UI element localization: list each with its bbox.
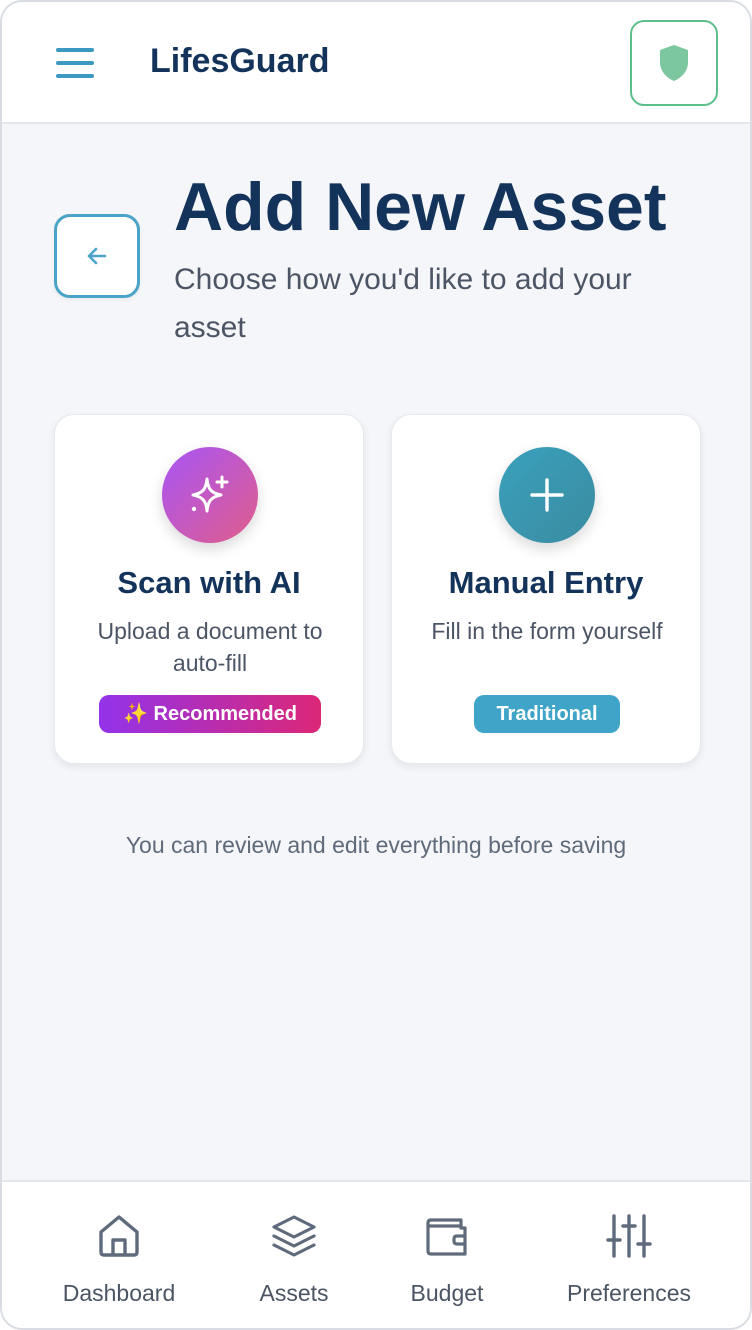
nav-item-preferences[interactable]: Preferences [558, 1212, 700, 1307]
app-title: LifesGuard [150, 42, 330, 80]
plus-icon [530, 478, 564, 512]
bottom-nav: Dashboard Assets Budget Preferences [2, 1180, 750, 1328]
scan-card-description: Upload a document to auto-fill [97, 618, 323, 676]
sparkles-icon-circle [162, 447, 258, 543]
plus-icon-circle [499, 447, 595, 543]
shield-button[interactable] [630, 20, 718, 106]
manual-entry-card[interactable]: Manual Entry Fill in the form yourself T… [391, 414, 701, 764]
back-button[interactable] [54, 214, 140, 298]
layers-icon [272, 1215, 316, 1257]
top-header: LifesGuard [2, 2, 750, 124]
nav-label-budget: Budget [410, 1280, 484, 1306]
page-title: Add New Asset [174, 169, 667, 245]
home-icon [99, 1215, 139, 1257]
traditional-badge: Traditional [474, 695, 620, 733]
scan-card-title: Scan with AI [117, 565, 301, 600]
hamburger-menu-icon[interactable] [56, 48, 96, 80]
nav-item-dashboard[interactable]: Dashboard [56, 1212, 182, 1307]
scan-with-ai-card[interactable]: Scan with AI Upload a document to auto-f… [54, 414, 364, 764]
app-frame: LifesGuard Add New Asset Choose how you'… [0, 0, 752, 1330]
page-subtitle: Choose how you'd like to add your asset [174, 263, 632, 344]
manual-card-title: Manual Entry [448, 565, 644, 600]
sparkles-icon [191, 475, 229, 513]
nav-label-dashboard: Dashboard [62, 1280, 176, 1306]
sliders-icon [606, 1214, 652, 1258]
nav-label-preferences: Preferences [566, 1280, 691, 1306]
wallet-icon [426, 1218, 467, 1256]
nav-label-assets: Assets [259, 1280, 329, 1306]
nav-item-budget[interactable]: Budget [402, 1212, 492, 1307]
recommended-badge: ✨ Recommended [99, 695, 321, 733]
review-footnote: You can review and edit everything befor… [125, 832, 627, 858]
shield-icon [660, 45, 688, 81]
arrow-left-icon [87, 247, 107, 265]
nav-item-assets[interactable]: Assets [254, 1212, 334, 1307]
manual-card-description: Fill in the form yourself [431, 618, 663, 644]
